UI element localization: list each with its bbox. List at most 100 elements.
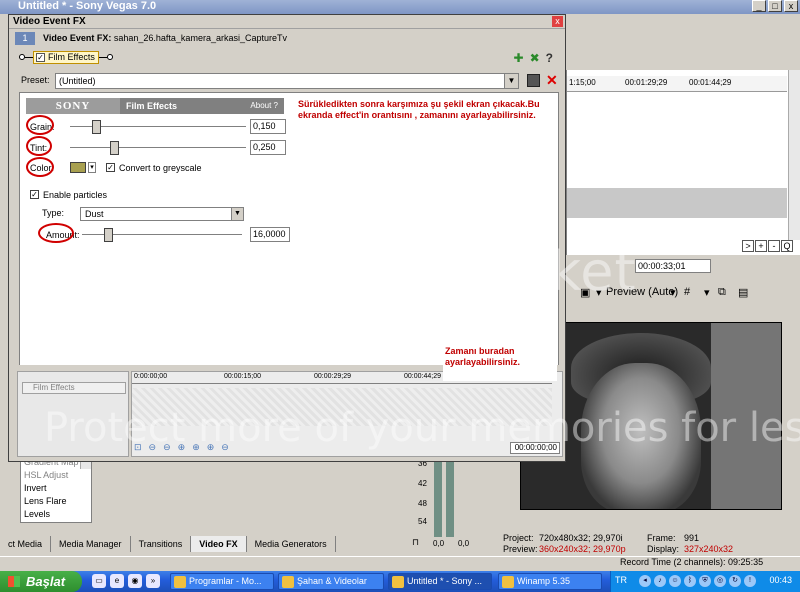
timeline-ruler[interactable]: 1:15;00 00:01:29;29 00:01:44;29 [567,76,787,92]
preview-quality-chevron-icon[interactable]: ▾ [670,286,676,299]
fx-chain-item-film-effects[interactable]: ✓ Film Effects [33,50,99,64]
timeline-panel[interactable]: 1:15;00 00:01:29;29 00:01:44;29 > + - Q [566,70,800,255]
greyscale-checkbox[interactable]: ✓ [106,163,115,172]
zoom-tool-icon[interactable]: Q [781,240,793,252]
save-preset-icon[interactable] [527,74,540,87]
next-keyframe-icon[interactable]: ⊕ [178,442,186,453]
preview-quality-dropdown[interactable]: Preview (Auto) [606,286,678,298]
tint-slider-thumb[interactable] [110,141,119,155]
amount-value-field[interactable]: 16,0000 [250,227,290,242]
type-dropdown[interactable]: Dust ▼ [80,207,244,221]
ruler-mark: 00:01:29;29 [625,78,668,87]
keyframe-time-field[interactable]: 00:00:00;00 [510,442,560,454]
browser-icon[interactable]: e [110,574,124,588]
add-fx-icon[interactable]: ✚ [514,51,524,65]
delete-keyframe-icon[interactable]: ⊖ [221,442,229,453]
chevron-down-icon[interactable]: ▼ [504,74,518,88]
enable-particles-checkbox[interactable]: ✓ [30,190,39,199]
winamp-icon [502,576,514,588]
first-keyframe-icon[interactable]: ⊖ [149,442,157,453]
color-dropdown-icon[interactable]: ▾ [88,162,96,173]
timeline-vertical-scrollbar[interactable] [788,70,800,240]
messenger-icon[interactable]: ☺ [669,575,681,587]
ruler-mark: 00:00:44;29 [404,373,441,380]
firefox-icon[interactable]: ◉ [128,574,142,588]
keyframe-area[interactable]: 0:00:00;00 00:00:15;00 00:00:29;29 00:00… [131,371,563,457]
zoom-in-button[interactable]: + [755,240,767,252]
chain-toolbar: ✚ ✖ ? [514,51,553,65]
network-icon[interactable]: ◂ [639,575,651,587]
meter-value-left: 0,0 [433,539,445,548]
project-properties: Project: 720x480x32; 29,970i Preview: 36… [503,531,798,557]
alert-icon[interactable]: ! [744,575,756,587]
delete-preset-icon[interactable]: ✕ [546,72,558,89]
taskbar-item-programlar[interactable]: Programlar - Mo... [170,573,274,590]
quick-launch-more-icon[interactable]: » [146,574,160,588]
chevron-down-icon[interactable]: ▼ [231,208,243,220]
color-swatch[interactable] [70,162,86,173]
minimize-button[interactable]: _ [752,0,766,12]
save-snapshot-icon[interactable]: ▤ [738,286,748,299]
tab-video-fx[interactable]: Video FX [191,536,247,552]
bluetooth-icon[interactable]: ᛒ [684,575,696,587]
security-icon[interactable]: ⛨ [699,575,711,587]
zoom-out-button[interactable]: - [768,240,780,252]
event-header-text: Video Event FX: sahan_26.hafta_kamera_ar… [43,32,287,45]
ruler-mark: 00:01:44;29 [689,78,732,87]
taskbar-item-winamp[interactable]: Winamp 5.35 [498,573,602,590]
speaker-icon[interactable]: ♪ [654,575,666,587]
red-highlight-circle [26,136,52,156]
close-button[interactable]: x [784,0,798,12]
language-indicator[interactable]: TR [615,575,627,585]
maximize-button[interactable]: □ [768,0,782,12]
timeline-annotation-note: Zamanı buradan ayarlayabilirsiniz. [443,345,557,381]
list-item[interactable]: HSL Adjust [21,469,91,482]
overlay-dropdown-icon[interactable]: ▾ [704,286,710,299]
start-button[interactable]: Başlat [0,571,82,592]
remove-fx-icon[interactable]: ✖ [530,51,540,65]
amount-row: Amount: 16,0000 [42,227,304,243]
timeline-track[interactable] [567,188,787,218]
video-fx-list[interactable]: Gradient Map HSL Adjust Invert Lens Flar… [20,455,92,523]
list-item[interactable]: Levels [21,508,91,521]
grain-slider-thumb[interactable] [92,120,102,134]
help-icon[interactable]: ? [546,51,553,65]
tab-project-media[interactable]: ct Media [0,536,52,552]
frame-label: Frame: [647,533,676,543]
last-keyframe-icon[interactable]: ⊕ [192,442,200,453]
meter-label: 42 [418,479,427,488]
audio-meter: 36 42 48 54 ⊓ 0,0 0,0 [400,455,469,549]
keyframe-track[interactable] [132,388,552,426]
keyframe-track-film-effects[interactable]: Film Effects [22,382,126,394]
grid-icon[interactable]: # [684,286,690,298]
show-desktop-icon[interactable]: ▭ [92,574,106,588]
grain-value-field[interactable]: 0,150 [250,119,286,134]
tint-slider[interactable] [70,147,246,149]
tab-transitions[interactable]: Transitions [131,536,192,552]
sync-cursor-icon[interactable]: ⊡ [134,442,142,453]
amount-slider-thumb[interactable] [103,228,113,242]
preview-settings-icon[interactable]: ▣ [580,286,590,299]
dialog-close-button[interactable]: x [552,16,563,27]
list-item[interactable]: Invert [21,482,91,495]
meter-value-right: 0,0 [458,539,470,548]
tab-media-manager[interactable]: Media Manager [51,536,131,552]
taskbar-item-vegas[interactable]: Untitled * - Sony ... [388,573,492,590]
add-keyframe-icon[interactable]: ⊕ [207,442,215,453]
preview-dropdown-icon[interactable]: ▾ [596,286,602,299]
about-link[interactable]: About ? [250,98,278,114]
prev-keyframe-icon[interactable]: ⊖ [163,442,171,453]
scroll-right-button[interactable]: > [742,240,754,252]
copy-snapshot-icon[interactable]: ⧉ [718,286,726,299]
type-label: Type: [42,208,65,218]
preset-dropdown[interactable]: (Untitled) ▼ [55,73,519,89]
tab-media-generators[interactable]: Media Generators [247,536,336,552]
antivirus-icon[interactable]: ◎ [714,575,726,587]
tint-value-field[interactable]: 0,250 [250,140,286,155]
lock-icon[interactable]: ⊓ [412,537,419,548]
fx-enable-checkbox[interactable]: ✓ [36,52,45,62]
windows-logo-icon [8,576,20,587]
taskbar-item-sahan-videolar[interactable]: Şahan & Videolar [278,573,384,590]
list-item[interactable]: Lens Flare [21,495,91,508]
update-icon[interactable]: ↻ [729,575,741,587]
